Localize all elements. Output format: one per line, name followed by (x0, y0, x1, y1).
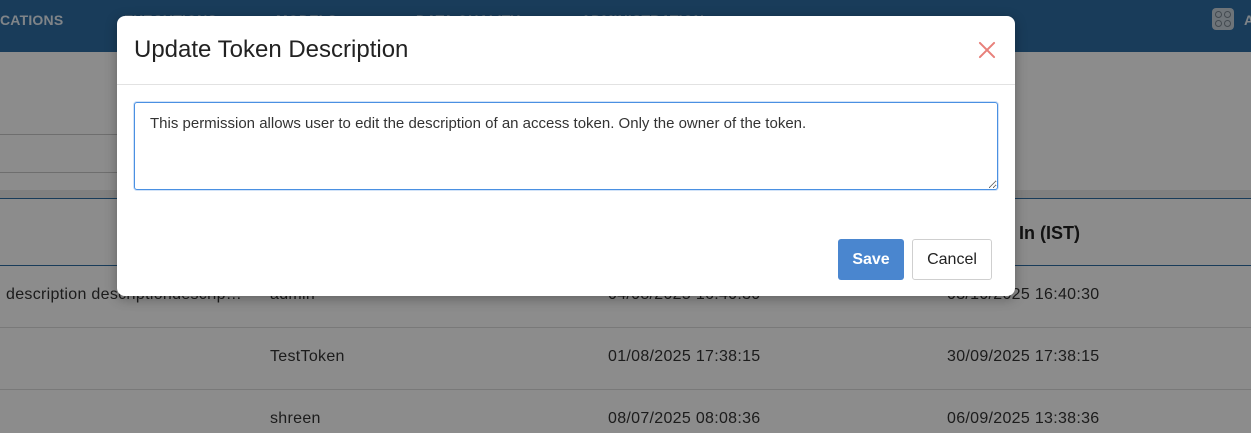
save-button[interactable]: Save (838, 239, 904, 280)
close-icon[interactable] (975, 38, 999, 62)
modal-title: Update Token Description (134, 36, 409, 63)
page: CATIONS EXECUTIONS MODELS DATA QUALITY A… (0, 0, 1251, 433)
modal-header: Update Token Description (117, 16, 1015, 85)
update-token-description-dialog: Update Token Description This permission… (117, 16, 1015, 296)
description-textarea[interactable]: This permission allows user to edit the … (134, 102, 998, 190)
cancel-button[interactable]: Cancel (912, 239, 992, 280)
